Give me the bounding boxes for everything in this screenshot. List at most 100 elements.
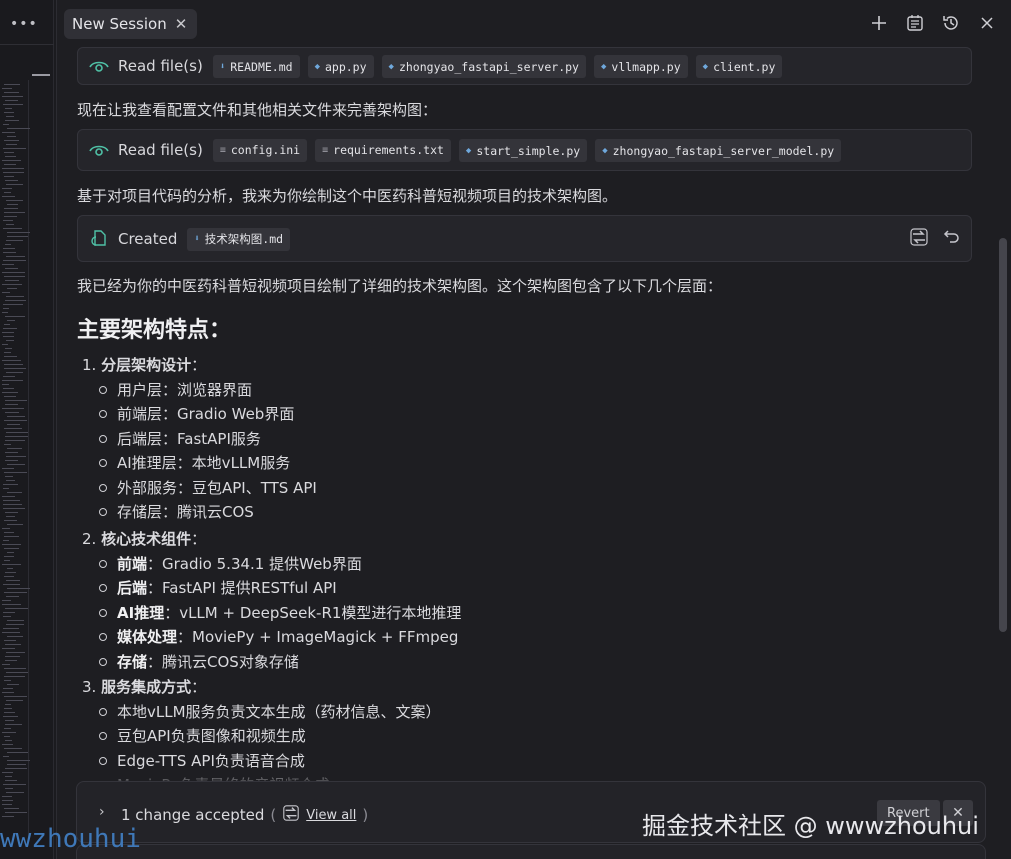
task-list-icon[interactable] <box>904 12 926 34</box>
tab-new-session[interactable]: New Session ✕ <box>64 9 198 39</box>
divider <box>0 44 54 45</box>
chat-panel: New Session ✕ Read file(s) ⬇ README.md ◆… <box>56 0 1011 859</box>
file-chip[interactable]: ◆ zhongyao_fastapi_server_model.py <box>595 139 842 163</box>
python-file-icon: ◆ <box>702 61 709 72</box>
numbered-item: 2. 核心技术组件： <box>82 530 207 548</box>
tool-card-read-files: Read file(s) ⬇ README.md ◆ app.py ◆ zhongyao_… <box>77 47 972 85</box>
minimap-line <box>4 560 10 561</box>
minimap-line <box>4 428 22 429</box>
file-chips: ⬇ 技术架构图.md <box>187 226 298 251</box>
item-title: 核心技术组件 <box>101 530 192 548</box>
minimap-line <box>4 420 27 421</box>
minimap-line <box>2 468 14 469</box>
minimap-line <box>4 536 19 537</box>
list-item: 存储层：腾讯云COS <box>99 501 254 522</box>
minimap-line <box>2 800 13 801</box>
add-icon[interactable] <box>868 12 890 34</box>
minimap-line <box>5 512 18 513</box>
minimap-line <box>4 112 14 113</box>
minimap-line <box>5 280 19 281</box>
scrollbar[interactable] <box>999 238 1007 632</box>
chat-input[interactable] <box>76 844 986 859</box>
minimap-line <box>7 552 14 553</box>
file-chip[interactable]: ⬇ 技术架构图.md <box>187 227 291 251</box>
history-icon[interactable] <box>940 12 962 34</box>
minimap-line <box>5 720 14 721</box>
minimap-line <box>3 252 16 253</box>
more-icon[interactable]: ••• <box>10 16 38 32</box>
minimap-line <box>5 724 22 725</box>
minimap-line <box>6 240 23 241</box>
list-item-text: 存储层：腾讯云COS <box>117 503 254 521</box>
minimap-line <box>2 312 8 313</box>
minimap-line <box>6 184 23 185</box>
minimap-line <box>5 812 27 813</box>
minimap-line <box>4 736 10 737</box>
file-chip[interactable]: ◆ client.py <box>695 55 783 79</box>
minimap-line <box>4 208 18 209</box>
undo-icon[interactable] <box>943 227 961 251</box>
minimap-line <box>5 440 25 441</box>
minimap-line <box>3 336 14 337</box>
minimap-line <box>6 792 24 793</box>
minimap-line <box>6 200 23 201</box>
minimap-line <box>2 392 18 393</box>
view-all-link[interactable]: View all <box>306 808 356 823</box>
list-item: Edge-TTS API负责语音合成 <box>99 750 305 771</box>
minimap-line <box>4 216 17 217</box>
file-chip-label: requirements.txt <box>333 143 444 158</box>
text-file-icon: ≡ <box>322 144 329 156</box>
list-item-text: 后端层：FastAPI服务 <box>117 429 261 448</box>
file-sync-icon <box>88 228 110 250</box>
file-chip-label: app.py <box>324 59 367 74</box>
minimap-line <box>2 772 13 773</box>
minimap-line <box>3 616 11 617</box>
close-tab-icon[interactable]: ✕ <box>175 15 188 33</box>
minimap-line <box>2 168 24 169</box>
minimap-line <box>2 732 16 733</box>
minimap-line <box>6 652 25 653</box>
file-chip[interactable]: ◆ start_simple.py <box>458 139 588 163</box>
file-chip[interactable]: ⬇ README.md <box>212 55 300 79</box>
message-text: 基于对项目代码的分析，我来为你绘制这个中医药科普短视频项目的技术架构图。 <box>77 187 618 205</box>
tool-label: Read file(s) <box>118 57 203 75</box>
file-chip-label: client.py <box>713 59 776 74</box>
file-chip[interactable]: ◆ zhongyao_fastapi_server.py <box>381 55 586 79</box>
minimap-line <box>5 704 11 705</box>
list-item-text: ：vLLM + DeepSeek-R1模型进行本地推理 <box>164 603 462 622</box>
minimap-line <box>3 484 18 485</box>
minimap-line <box>7 204 18 205</box>
editor-gutter: ••• <box>0 0 54 859</box>
minimap-line <box>2 648 15 649</box>
minimap-line <box>2 600 11 601</box>
file-chip[interactable]: ◆ app.py <box>307 55 374 79</box>
file-chip-label: vllmapp.py <box>611 59 681 74</box>
chevron-right-icon[interactable]: › <box>99 804 105 820</box>
minimap-line <box>3 500 20 501</box>
minimap-line <box>2 528 10 529</box>
eye-icon <box>88 139 110 161</box>
minimap-line <box>2 272 25 273</box>
list-item: 后端：FastAPI 提供RESTful API <box>99 577 337 598</box>
minimap-line <box>4 472 27 473</box>
minimap-line <box>3 688 13 689</box>
file-chip[interactable]: ◆ vllmapp.py <box>593 55 688 79</box>
minimap-line <box>2 292 10 293</box>
minimap-line <box>2 632 20 633</box>
minimap-line <box>3 308 9 309</box>
tool-card-created: Created ⬇ 技术架构图.md <box>77 215 972 262</box>
minimap-line <box>7 424 20 425</box>
compare-icon[interactable] <box>909 227 929 251</box>
minimap-line <box>5 300 26 301</box>
close-panel-icon[interactable] <box>976 12 998 34</box>
file-chip[interactable]: ≡ config.ini <box>212 138 308 162</box>
minimap-line <box>4 576 14 577</box>
minimap-line <box>7 492 22 493</box>
minimap[interactable] <box>2 80 50 840</box>
minimap-line <box>7 636 23 637</box>
minimap-line <box>4 676 25 677</box>
file-chip[interactable]: ≡ requirements.txt <box>315 138 451 162</box>
minimap-line <box>4 356 17 357</box>
minimap-line <box>4 592 27 593</box>
minimap-line <box>2 344 8 345</box>
